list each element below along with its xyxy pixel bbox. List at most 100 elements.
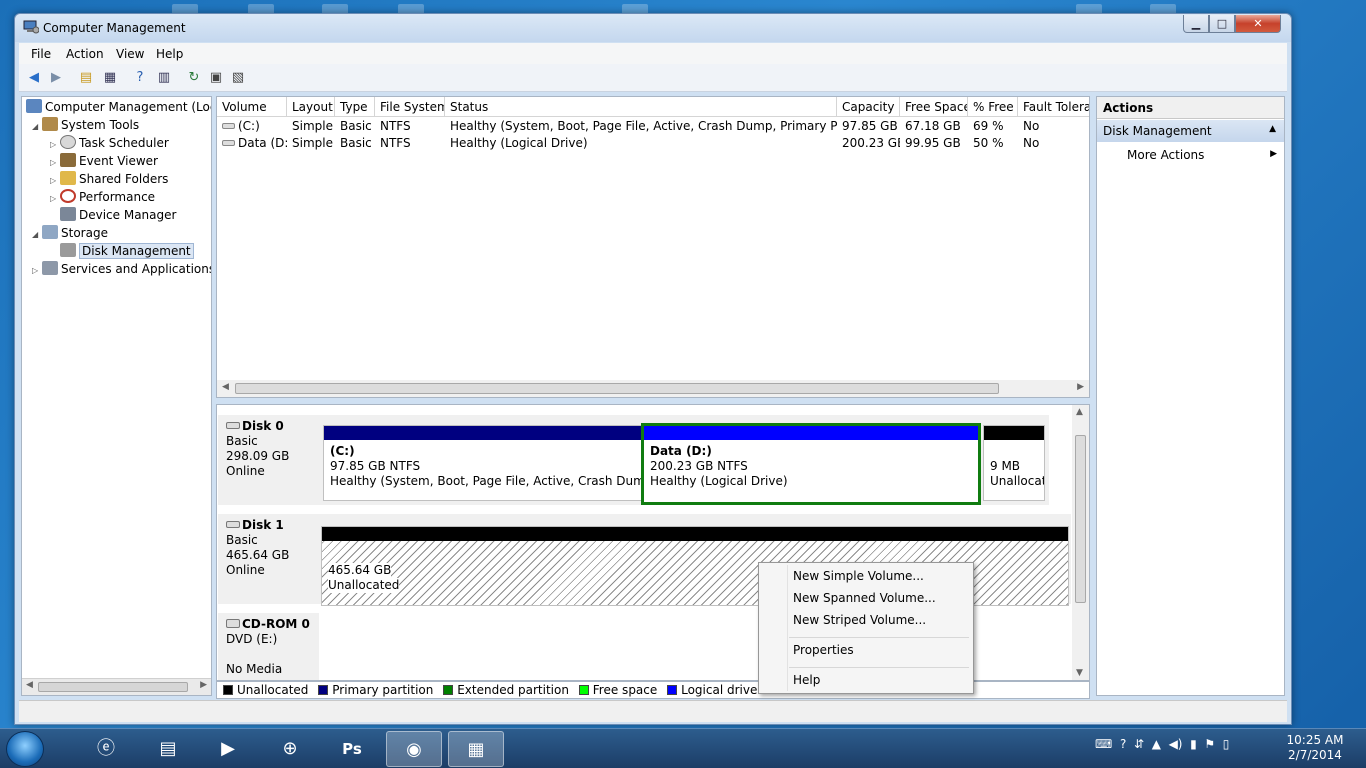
tree-horizontal-scrollbar[interactable]: ◀ ▶ [22,678,211,695]
expand-arrow-icon[interactable]: ▷ [50,190,60,208]
internet-explorer-icon[interactable]: ⓔ [78,731,134,767]
disk-name: Disk 0 [242,419,284,433]
scroll-up-icon[interactable]: ▲ [1076,407,1083,417]
tray-volume-icon[interactable]: ◀) [1169,737,1183,751]
menu-new-spanned-volume[interactable]: New Spanned Volume... [793,591,936,605]
menu-view[interactable]: View [116,47,144,61]
partition-size: 465.64 GB [328,563,392,578]
scroll-right-icon[interactable]: ▶ [200,680,207,690]
tree-item-shared-folders[interactable]: ▷ Shared Folders [50,170,168,188]
tree-item-task-scheduler[interactable]: ▷ Task Scheduler [50,134,169,152]
volume-horizontal-scrollbar[interactable]: ◀ ▶ [217,380,1089,397]
column-header-capacity[interactable]: Capacity [837,97,900,117]
tree-item-services-and-applications[interactable]: ▷ Services and Applications [32,260,211,280]
legend-extended: Extended partition [457,683,569,697]
column-header-type[interactable]: Type [335,97,375,117]
tray-signal-icon[interactable]: ▮ [1190,737,1197,751]
tree-item-device-manager[interactable]: Device Manager [60,206,176,224]
menu-new-simple-volume[interactable]: New Simple Volume... [793,569,924,583]
tray-network-icon[interactable]: ⇵ [1134,737,1144,751]
export-list-icon[interactable]: ▧ [229,70,247,86]
menu-action[interactable]: Action [66,47,104,61]
volume-cell: Data (D:) [217,135,287,152]
show-hidden-icons-icon[interactable]: ▲ [1152,737,1161,751]
maximize-button[interactable]: □ [1209,15,1235,33]
start-button[interactable] [6,731,44,767]
green-app-icon[interactable]: ⊕ [262,731,318,767]
menu-file[interactable]: File [31,47,51,61]
clock[interactable]: 10:25 AM 2/7/2014 [1276,733,1354,763]
more-actions[interactable]: More Actions ▶ [1127,148,1277,162]
storage-icon [42,225,58,239]
file-explorer-icon[interactable]: ▤ [140,731,196,767]
media-player-icon[interactable]: ▶ [200,731,256,767]
legend-logical: Logical drive [681,683,758,697]
tray-keyboard-icon[interactable]: ⌨ [1095,737,1112,751]
scroll-right-icon[interactable]: ▶ [1077,382,1084,392]
tray-help-icon[interactable]: ? [1120,737,1126,751]
clock-time: 10:25 AM [1286,733,1344,747]
forward-arrow-icon[interactable]: ▶ [47,70,65,86]
show-hide-action-pane-icon[interactable]: ▥ [155,70,173,86]
menu-properties[interactable]: Properties [793,643,854,657]
help-icon[interactable]: ? [131,70,149,86]
taskbar: ⓔ ▤ ▶ ⊕ Ps ◉ ▦ ⌨ ? ⇵ ▲ ◀) ▮ ⚑ ▯ 10:25 AM… [0,728,1366,768]
minimize-button[interactable]: ▁ [1183,15,1209,33]
close-button[interactable]: ✕ [1235,15,1281,33]
tree-item-disk-management[interactable]: Disk Management [60,242,194,260]
column-header-file-system[interactable]: File System [375,97,445,117]
services-icon [42,261,58,275]
drive-icon [222,140,235,146]
scroll-thumb[interactable] [235,383,999,394]
column-header-volume[interactable]: Volume [217,97,287,117]
tree-item-system-tools[interactable]: ◢ System Tools [32,116,139,134]
back-arrow-icon[interactable]: ◀ [25,70,43,86]
legend-unallocated: Unallocated [237,683,309,697]
expand-arrow-icon[interactable]: ▷ [32,262,42,280]
photoshop-icon[interactable]: Ps [324,731,380,767]
tray-power-icon[interactable]: ▯ [1223,737,1230,751]
tree-item-computer-management[interactable]: Computer Management (Local [26,98,211,116]
actions-section-disk-management[interactable]: Disk Management ▲ [1097,120,1284,142]
fault-tolerance-cell: No [1023,136,1040,150]
tree-item-storage[interactable]: ◢ Storage [32,224,108,242]
partition-d[interactable]: Data (D:) 200.23 GB NTFS Healthy (Logica… [641,423,981,505]
computer-management-taskbar-icon[interactable]: ▦ [448,731,504,767]
disk-icon [226,422,240,429]
tray-action-center-icon[interactable]: ⚑ [1204,737,1215,751]
menu-help[interactable]: Help [156,47,183,61]
tree-item-performance[interactable]: ▷ Performance [50,188,155,206]
layout-cell: Simple [292,136,333,150]
title-bar[interactable]: Computer Management ▁ □ ✕ [15,14,1291,42]
scroll-down-icon[interactable]: ▼ [1076,668,1083,678]
legend-swatch-free [578,685,589,695]
scroll-thumb[interactable] [1075,435,1086,603]
scroll-left-icon[interactable]: ◀ [26,680,33,690]
menu-help[interactable]: Help [793,673,820,687]
scroll-thumb[interactable] [38,682,188,692]
column-header-status[interactable]: Status [445,97,837,117]
column-header-free-space[interactable]: Free Space [900,97,968,117]
disk-1-label[interactable]: Disk 1 Basic 465.64 GB Online [218,514,319,604]
disk-state: Online [226,563,265,577]
column-header-fault-tolerance[interactable]: Fault Toleran [1018,97,1089,117]
partition-c[interactable]: (C:) 97.85 GB NTFS Healthy (System, Boot… [323,425,643,501]
partition-status: Healthy (System, Boot, Page File, Active… [330,474,642,488]
show-hide-tree-icon[interactable]: ▦ [101,70,119,86]
disk-0-label[interactable]: Disk 0 Basic 298.09 GB Online [218,415,319,505]
refresh-icon[interactable]: ↻ [185,70,203,86]
column-header-layout[interactable]: Layout [287,97,335,117]
column-header-percent-free[interactable]: % Free [968,97,1018,117]
collapse-arrow-icon[interactable]: ◢ [32,118,42,136]
scroll-left-icon[interactable]: ◀ [222,382,229,392]
up-folder-icon[interactable]: ▤ [77,70,95,86]
properties-icon[interactable]: ▣ [207,70,225,86]
collapse-arrow-icon[interactable]: ◢ [32,226,42,244]
cdrom-0-label[interactable]: CD-ROM 0 DVD (E:) No Media [218,613,319,680]
partition-unallocated-9mb[interactable]: 9 MB Unallocat [983,425,1045,501]
collapse-up-icon[interactable]: ▲ [1269,124,1276,134]
firefox-icon[interactable]: ◉ [386,731,442,767]
disk-vertical-scrollbar[interactable]: ▲ ▼ [1072,405,1089,680]
tree-item-event-viewer[interactable]: ▷ Event Viewer [50,152,158,170]
menu-new-striped-volume[interactable]: New Striped Volume... [793,613,926,627]
